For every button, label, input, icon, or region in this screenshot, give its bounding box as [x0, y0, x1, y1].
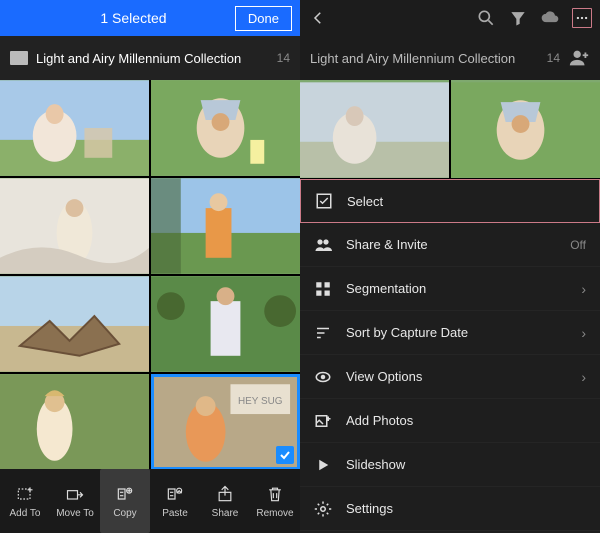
photo-thumb[interactable] — [151, 276, 300, 372]
addto-icon — [15, 484, 35, 504]
menu-sort[interactable]: Sort by Capture Date › — [300, 311, 600, 355]
moveto-icon — [65, 484, 85, 504]
chevron-right-icon: › — [581, 325, 586, 341]
photo-thumb[interactable] — [151, 178, 300, 274]
menu-share-invite[interactable]: Share & Invite Off — [300, 223, 600, 267]
share-state: Off — [570, 238, 586, 252]
share-icon — [215, 484, 235, 504]
album-header-right: Light and Airy Millennium Collection 14 — [300, 36, 600, 80]
chevron-right-icon: › — [581, 369, 586, 385]
selection-topbar: 1 Selected Done — [0, 0, 300, 36]
photo-thumb[interactable] — [451, 80, 600, 180]
search-icon[interactable] — [476, 8, 496, 28]
photo-thumb[interactable] — [0, 276, 149, 372]
photo-thumb[interactable] — [300, 80, 449, 180]
selection-count: 1 Selected — [100, 10, 166, 26]
back-icon[interactable] — [308, 8, 328, 28]
album-count: 14 — [547, 51, 560, 65]
add-photos-icon — [314, 412, 332, 430]
svg-text:HEY SUG: HEY SUG — [238, 396, 282, 407]
addto-button[interactable]: Add To — [0, 469, 50, 533]
gear-icon — [314, 500, 332, 518]
photo-thumb-selected[interactable]: HEY SUG — [151, 374, 300, 469]
photo-thumb[interactable] — [0, 178, 149, 274]
menu-view-options[interactable]: View Options › — [300, 355, 600, 399]
action-bar: Add To Move To Copy Paste Share Remove — [0, 469, 300, 533]
photo-thumb[interactable] — [151, 80, 300, 176]
chevron-right-icon: › — [581, 281, 586, 297]
right-topbar — [300, 0, 600, 36]
copy-button[interactable]: Copy — [100, 469, 150, 533]
remove-icon — [265, 484, 285, 504]
album-title: Light and Airy Millennium Collection — [310, 51, 539, 66]
photo-thumb[interactable] — [0, 80, 149, 176]
filter-icon[interactable] — [508, 8, 528, 28]
photo-grid-right — [300, 80, 600, 180]
photo-thumb[interactable] — [0, 374, 149, 469]
menu-pane: Light and Airy Millennium Collection 14 … — [300, 0, 600, 533]
menu-slideshow[interactable]: Slideshow — [300, 443, 600, 487]
menu-add-photos[interactable]: Add Photos — [300, 399, 600, 443]
album-title: Light and Airy Millennium Collection — [36, 51, 269, 66]
selected-check-icon — [276, 446, 294, 464]
menu-segmentation[interactable]: Segmentation › — [300, 267, 600, 311]
context-menu: Select Share & Invite Off Segmentation ›… — [300, 178, 600, 533]
eye-icon — [314, 368, 332, 386]
segmentation-icon — [314, 280, 332, 298]
add-people-icon[interactable] — [568, 47, 590, 69]
more-icon[interactable] — [572, 8, 592, 28]
share-button[interactable]: Share — [200, 469, 250, 533]
moveto-button[interactable]: Move To — [50, 469, 100, 533]
album-header: Light and Airy Millennium Collection 14 — [0, 36, 300, 80]
sort-icon — [314, 324, 332, 342]
copy-icon — [115, 484, 135, 504]
paste-icon — [165, 484, 185, 504]
photo-grid: HEY SUG — [0, 80, 300, 469]
album-count: 14 — [277, 51, 290, 65]
menu-settings[interactable]: Settings — [300, 487, 600, 531]
done-button[interactable]: Done — [235, 6, 292, 31]
menu-select[interactable]: Select — [300, 179, 600, 223]
people-icon — [314, 236, 332, 254]
play-icon — [314, 456, 332, 474]
remove-button[interactable]: Remove — [250, 469, 300, 533]
album-icon — [10, 51, 28, 65]
paste-button[interactable]: Paste — [150, 469, 200, 533]
cloud-icon[interactable] — [540, 8, 560, 28]
select-icon — [315, 192, 333, 210]
selection-pane: 1 Selected Done Light and Airy Millenniu… — [0, 0, 300, 533]
